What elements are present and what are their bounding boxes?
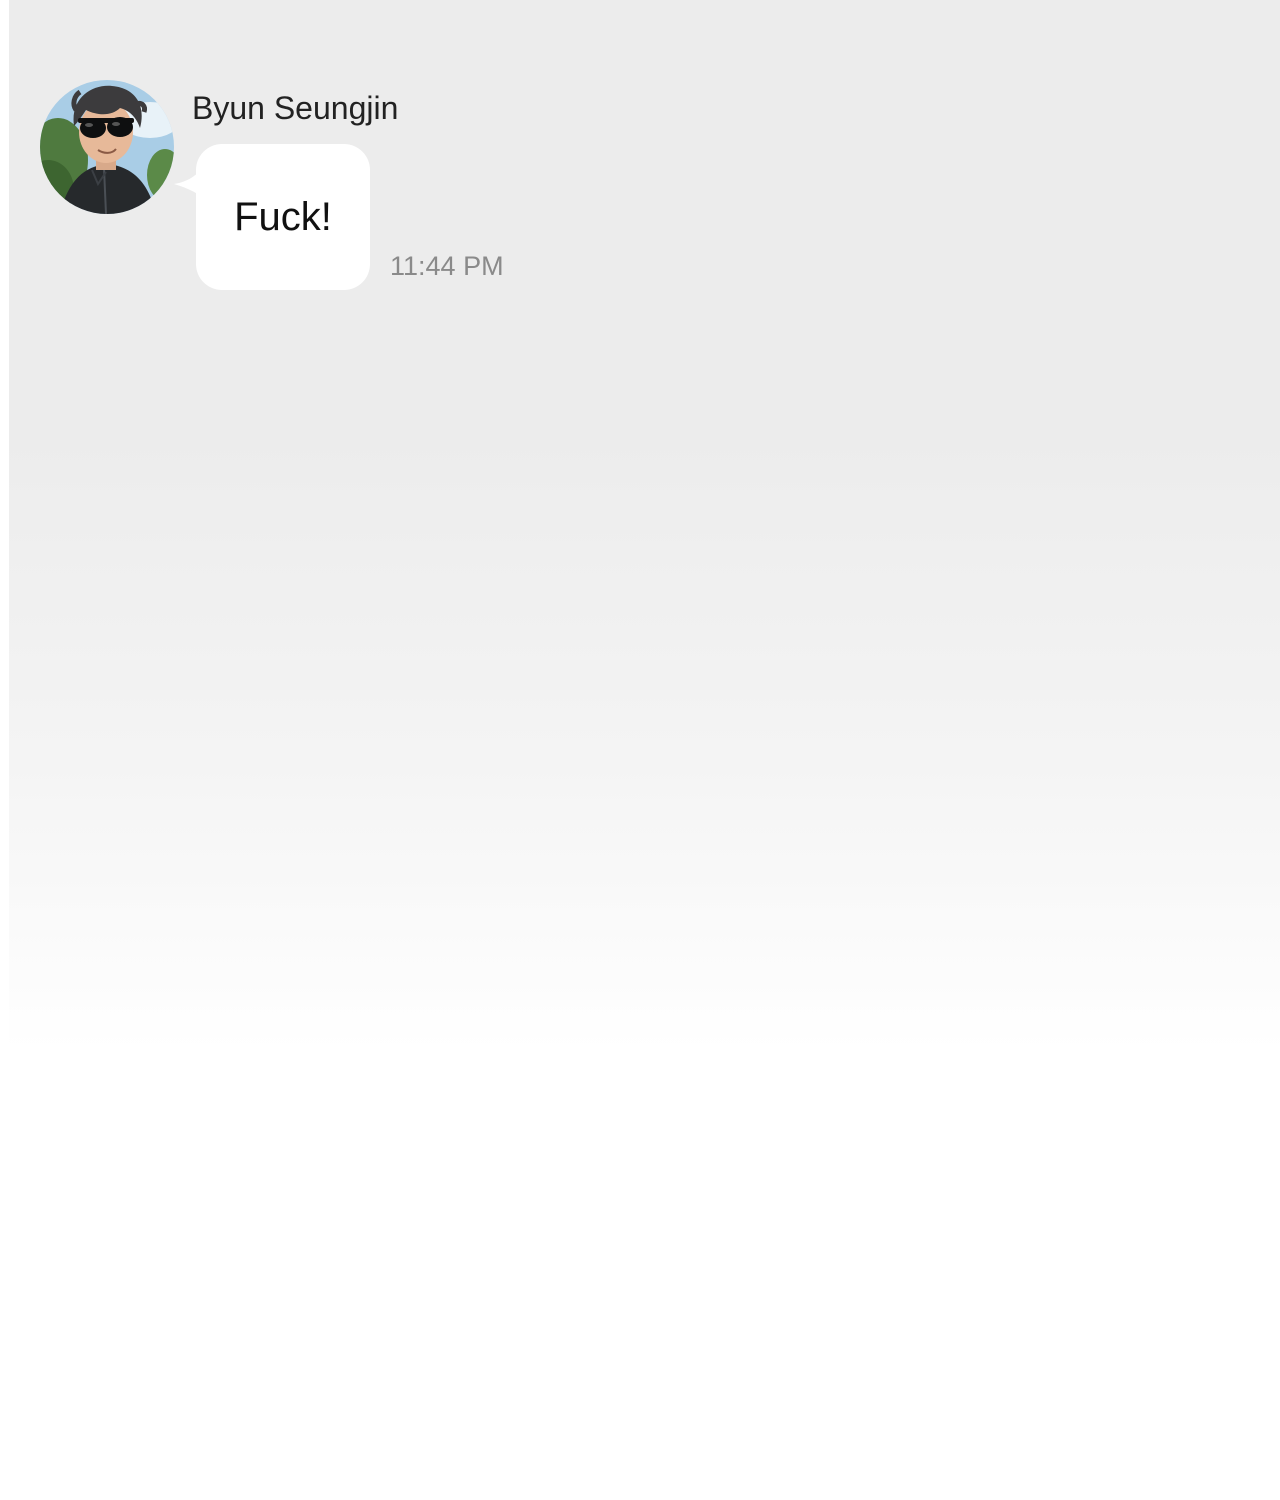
message-bubble[interactable]: Fuck! (196, 144, 370, 290)
chat-screen: Byun Seungjin Fuck! 11:44 PM (0, 0, 1280, 1500)
speed-lines-overlay (10, 392, 1268, 1500)
sender-name: Byun Seungjin (192, 90, 399, 126)
message-timestamp: 11:44 PM (390, 251, 504, 281)
message-row: Byun Seungjin Fuck! 11:44 PM (40, 80, 560, 300)
message-text: Fuck! (234, 195, 332, 239)
avatar[interactable] (40, 80, 174, 214)
message-bubble-container: Fuck! (170, 144, 372, 290)
avatar-portrait (40, 80, 174, 214)
